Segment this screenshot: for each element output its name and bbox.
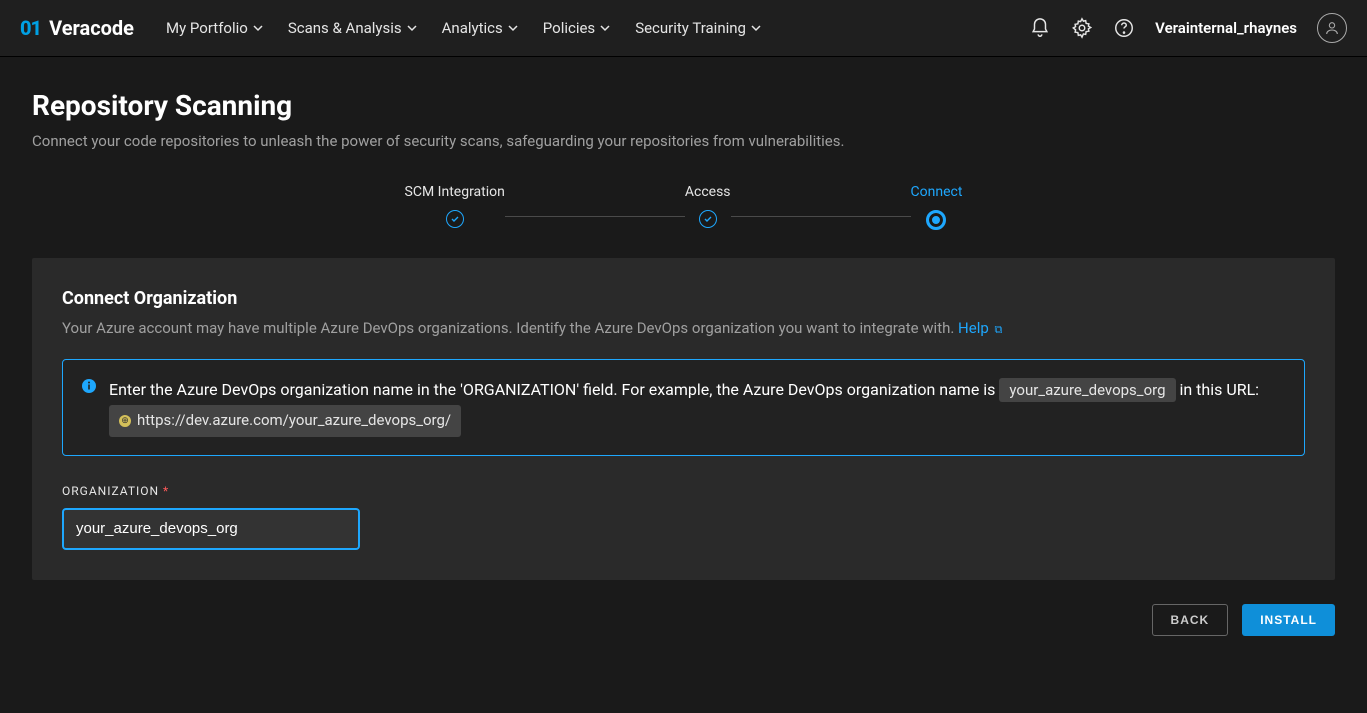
chevron-down-icon bbox=[252, 22, 264, 34]
page-title: Repository Scanning bbox=[32, 89, 1335, 122]
chevron-down-icon bbox=[507, 22, 519, 34]
nav-label: Scans & Analysis bbox=[288, 19, 402, 37]
step-label: Connect bbox=[911, 184, 963, 200]
current-step-icon bbox=[926, 210, 946, 230]
back-button[interactable]: BACK bbox=[1152, 604, 1229, 636]
page-body: Repository Scanning Connect your code re… bbox=[0, 57, 1367, 636]
nav-label: Analytics bbox=[442, 19, 503, 37]
check-icon bbox=[699, 210, 717, 228]
info-prefix: Enter the Azure DevOps organization name… bbox=[109, 380, 999, 399]
app-header: 01 Veracode My Portfolio Scans & Analysi… bbox=[0, 0, 1367, 57]
info-mid: in this URL: bbox=[1179, 380, 1259, 399]
step-label: Access bbox=[685, 184, 731, 200]
org-name-chip: your_azure_devops_org bbox=[999, 378, 1175, 402]
nav-my-portfolio[interactable]: My Portfolio bbox=[166, 19, 264, 37]
info-text: Enter the Azure DevOps organization name… bbox=[109, 376, 1286, 437]
step-label: SCM Integration bbox=[405, 184, 505, 200]
nav-security-training[interactable]: Security Training bbox=[635, 19, 762, 37]
info-box: Enter the Azure DevOps organization name… bbox=[62, 359, 1305, 456]
external-link-icon: ⧉ bbox=[995, 323, 1003, 336]
nav-scans-analysis[interactable]: Scans & Analysis bbox=[288, 19, 418, 37]
main-nav: My Portfolio Scans & Analysis Analytics … bbox=[166, 19, 762, 37]
chevron-down-icon bbox=[750, 22, 762, 34]
connect-card: Connect Organization Your Azure account … bbox=[32, 258, 1335, 580]
user-icon bbox=[1324, 20, 1340, 36]
label-text: ORGANIZATION bbox=[62, 484, 159, 498]
check-icon bbox=[446, 210, 464, 228]
help-icon[interactable] bbox=[1113, 17, 1135, 39]
page-subtitle: Connect your code repositories to unleas… bbox=[32, 132, 1335, 150]
nav-label: Security Training bbox=[635, 19, 746, 37]
nav-analytics[interactable]: Analytics bbox=[442, 19, 519, 37]
step-scm-integration: SCM Integration bbox=[405, 184, 505, 228]
logo[interactable]: 01 Veracode bbox=[20, 16, 134, 40]
chevron-down-icon bbox=[599, 22, 611, 34]
install-button[interactable]: INSTALL bbox=[1242, 604, 1335, 636]
stepper: SCM Integration Access Connect bbox=[32, 180, 1335, 230]
card-subtitle-text: Your Azure account may have multiple Azu… bbox=[62, 319, 958, 337]
organization-field-label: ORGANIZATION * bbox=[62, 484, 1305, 498]
logo-mark: 01 bbox=[20, 16, 41, 40]
gear-icon[interactable] bbox=[1071, 17, 1093, 39]
chevron-down-icon bbox=[406, 22, 418, 34]
logo-text: Veracode bbox=[49, 16, 134, 40]
step-connector bbox=[505, 216, 685, 217]
button-row: BACK INSTALL bbox=[32, 604, 1335, 636]
step-connector bbox=[731, 216, 911, 217]
nav-policies[interactable]: Policies bbox=[543, 19, 611, 37]
card-title: Connect Organization bbox=[62, 288, 1305, 309]
avatar[interactable] bbox=[1317, 13, 1347, 43]
globe-icon: ⊕ bbox=[119, 415, 131, 427]
step-access: Access bbox=[685, 184, 731, 228]
url-text: https://dev.azure.com/your_azure_devops_… bbox=[137, 408, 451, 434]
help-link-label: Help bbox=[958, 319, 989, 337]
organization-input[interactable] bbox=[62, 508, 360, 550]
nav-label: My Portfolio bbox=[166, 19, 248, 37]
help-link[interactable]: Help ⧉ bbox=[958, 319, 1002, 337]
header-actions: Verainternal_rhaynes bbox=[1029, 13, 1347, 43]
username: Verainternal_rhaynes bbox=[1155, 19, 1297, 37]
required-mark: * bbox=[163, 484, 169, 498]
bell-icon[interactable] bbox=[1029, 17, 1051, 39]
nav-label: Policies bbox=[543, 19, 595, 37]
info-icon bbox=[81, 378, 97, 394]
card-subtitle: Your Azure account may have multiple Azu… bbox=[62, 319, 1305, 337]
step-connect: Connect bbox=[911, 184, 963, 230]
url-chip: ⊕ https://dev.azure.com/your_azure_devop… bbox=[109, 405, 461, 437]
